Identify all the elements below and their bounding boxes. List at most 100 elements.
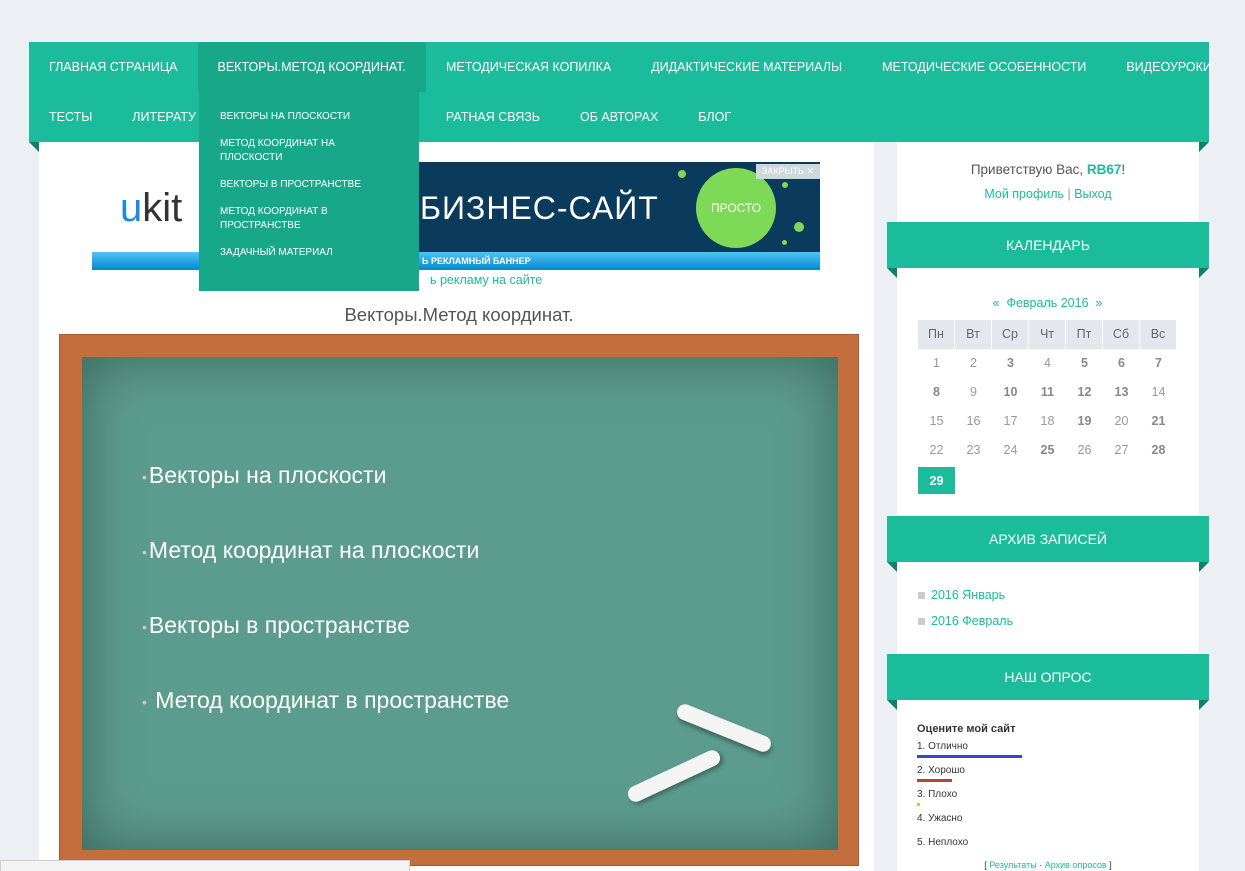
board-line: •Векторы на плоскости [142, 462, 387, 488]
poll-option: 4. Ужасно [917, 813, 963, 824]
banner-dot [782, 182, 788, 188]
poll-result-bar [917, 779, 952, 782]
calendar-day[interactable]: 20 [1103, 407, 1140, 436]
calendar-day[interactable]: 8 [918, 378, 955, 407]
calendar-day[interactable]: 27 [1103, 436, 1140, 465]
calendar-week-row: 8 9 10 11 12 13 14 [918, 378, 1178, 407]
poll-option: 5. Неплохо [917, 837, 969, 848]
calendar-day[interactable]: 17 [992, 407, 1029, 436]
dropdown-item-coords-plane[interactable]: МЕТОД КООРДИНАТ НА ПЛОСКОСТИ [199, 131, 419, 172]
greeting: Приветствую Вас, RB67! [970, 162, 1126, 177]
calendar-week-row: 29 [918, 465, 1178, 494]
calendar-day[interactable]: 22 [918, 436, 955, 465]
archive-item[interactable]: 2016 Январь [918, 588, 1005, 602]
calendar-day[interactable]: 23 [955, 436, 992, 465]
nav-item-video[interactable]: ВИДЕОУРОКИ [1106, 42, 1232, 92]
browser-status-bar [0, 860, 410, 871]
nav-item-blog[interactable]: БЛОГ [678, 92, 751, 142]
ad-link[interactable]: ь рекламу на сайте [430, 273, 542, 287]
calendar-day[interactable]: 16 [955, 407, 992, 436]
calendar-day[interactable]: 15 [918, 407, 955, 436]
calendar-day[interactable]: 1 [918, 349, 955, 378]
calendar-week-row: 1234567 [918, 349, 1178, 378]
calendar-day[interactable]: 19 [1066, 407, 1103, 436]
calendar-day-today[interactable]: 29 [918, 465, 955, 494]
calendar-weekday: Чт [1029, 320, 1066, 349]
nav-item-tests[interactable]: ТЕСТЫ [29, 92, 112, 142]
nav-item-authors[interactable]: ОБ АВТОРАХ [560, 92, 678, 142]
calendar-day[interactable]: 2 [955, 349, 992, 378]
calendar-day[interactable]: 25 [1029, 436, 1066, 465]
calendar-month-label[interactable]: Февраль 2016 [1006, 296, 1088, 310]
calendar-weekday: Пн [918, 320, 955, 349]
poll-result-bar [917, 803, 920, 806]
poll-option: 3. Плохо [917, 789, 958, 800]
nav-item-home[interactable]: ГЛАВНАЯ СТРАНИЦА [29, 42, 198, 92]
logout-link[interactable]: Выход [1074, 187, 1111, 201]
chalk-piece [625, 747, 723, 805]
calendar-day[interactable]: 21 [1140, 407, 1177, 436]
calendar-week-row: 22 23 24 25 26 27 28 [918, 436, 1178, 465]
bullet-square-icon [918, 592, 925, 600]
dropdown-item-coords-space[interactable]: МЕТОД КООРДИНАТ В ПРОСТРАНСТВЕ [199, 199, 419, 240]
ribbon-fold [887, 562, 897, 572]
nav-item-didactic[interactable]: ДИДАКТИЧЕСКИЕ МАТЕРИАЛЫ [631, 42, 862, 92]
ribbon-fold [1199, 268, 1209, 278]
ribbon-fold [887, 700, 897, 710]
banner-bar-text: Ь РЕКЛАМНЫЙ БАННЕР [422, 256, 531, 266]
poll-results-link[interactable]: Результаты [989, 860, 1036, 870]
calendar-day[interactable]: 7 [1140, 349, 1177, 378]
ukit-logo: ukit [120, 186, 183, 230]
ribbon-fold [1199, 700, 1209, 710]
calendar-day[interactable]: 18 [1029, 407, 1066, 436]
banner-promo: БИЗНЕС-САЙТ ПРОСТО ЗАКРЫТЬ ✕ [402, 162, 820, 252]
calendar-weekday: Вс [1140, 320, 1177, 349]
poll-archive-link[interactable]: Архив опросов [1045, 860, 1107, 870]
board-line: •Метод координат на плоскости [142, 537, 480, 563]
calendar-day[interactable]: 26 [1066, 436, 1103, 465]
calendar-weekday: Пт [1066, 320, 1103, 349]
calendar-day[interactable]: 28 [1140, 436, 1177, 465]
poll-result-bar [917, 755, 1022, 758]
page-title: Векторы.Метод координат. [344, 304, 574, 325]
nav-item-vectors[interactable]: ВЕКТОРЫ.МЕТОД КООРДИНАТ. [197, 42, 426, 92]
calendar-day[interactable]: 24 [992, 436, 1029, 465]
dropdown-item-problems[interactable]: ЗАДАЧНЫЙ МАТЕРИАЛ [199, 240, 419, 267]
chalkboard-surface: •Векторы на плоскости •Метод координат н… [82, 357, 838, 850]
nav-item-methods[interactable]: МЕТОДИЧЕСКАЯ КОПИЛКА [426, 42, 631, 92]
calendar-next-icon[interactable]: » [1096, 296, 1103, 310]
chalkboard-image: •Векторы на плоскости •Метод координат н… [59, 334, 859, 866]
dropdown-item-vectors-space[interactable]: ВЕКТОРЫ В ПРОСТРАНСТВЕ [199, 172, 419, 199]
nav-ribbon-fold-left [29, 142, 39, 152]
calendar-weekday: Ср [992, 320, 1029, 349]
nav-item-features[interactable]: МЕТОДИЧЕСКИЕ ОСОБЕННОСТИ [862, 42, 1106, 92]
calendar-weekday-row: Пн Вт Ср Чт Пт Сб Вс [918, 320, 1178, 349]
calendar-day[interactable]: 5 [1066, 349, 1103, 378]
board-line: • Метод координат в пространстве [142, 687, 510, 713]
calendar-day[interactable]: 10 [992, 378, 1029, 407]
profile-link[interactable]: Мой профиль [984, 187, 1064, 201]
banner-dot [794, 222, 804, 232]
dropdown-item-vectors-plane[interactable]: ВЕКТОРЫ НА ПЛОСКОСТИ [199, 104, 419, 131]
banner-close-button[interactable]: ЗАКРЫТЬ ✕ [755, 164, 820, 179]
calendar-day[interactable]: 4 [1029, 349, 1066, 378]
calendar-day[interactable]: 3 [992, 349, 1029, 378]
calendar-day[interactable]: 14 [1140, 378, 1177, 407]
calendar-day[interactable]: 6 [1103, 349, 1140, 378]
calendar-day[interactable]: 12 [1066, 378, 1103, 407]
nav-dropdown-menu: ВЕКТОРЫ НА ПЛОСКОСТИ МЕТОД КООРДИНАТ НА … [199, 92, 419, 291]
ribbon-fold [887, 268, 897, 278]
nav-row-1: ГЛАВНАЯ СТРАНИЦА ВЕКТОРЫ.МЕТОД КООРДИНАТ… [29, 42, 1232, 92]
username[interactable]: RB67 [1087, 162, 1122, 177]
poll-option: 1. Отлично [917, 741, 968, 752]
calendar-widget-title: КАЛЕНДАРЬ [887, 222, 1209, 268]
calendar-day[interactable]: 13 [1103, 378, 1140, 407]
calendar-day[interactable]: 9 [955, 378, 992, 407]
calendar-prev-icon[interactable]: « [993, 296, 1000, 310]
nav-item-feedback[interactable]: РАТНАЯ СВЯЗЬ [426, 92, 560, 142]
poll-question: Оцените мой сайт [917, 723, 1016, 735]
calendar-day[interactable]: 11 [1029, 378, 1066, 407]
calendar-weekday: Сб [1103, 320, 1140, 349]
user-links: Мой профиль | Выход [984, 187, 1112, 201]
archive-item[interactable]: 2016 Февраль [918, 614, 1013, 628]
